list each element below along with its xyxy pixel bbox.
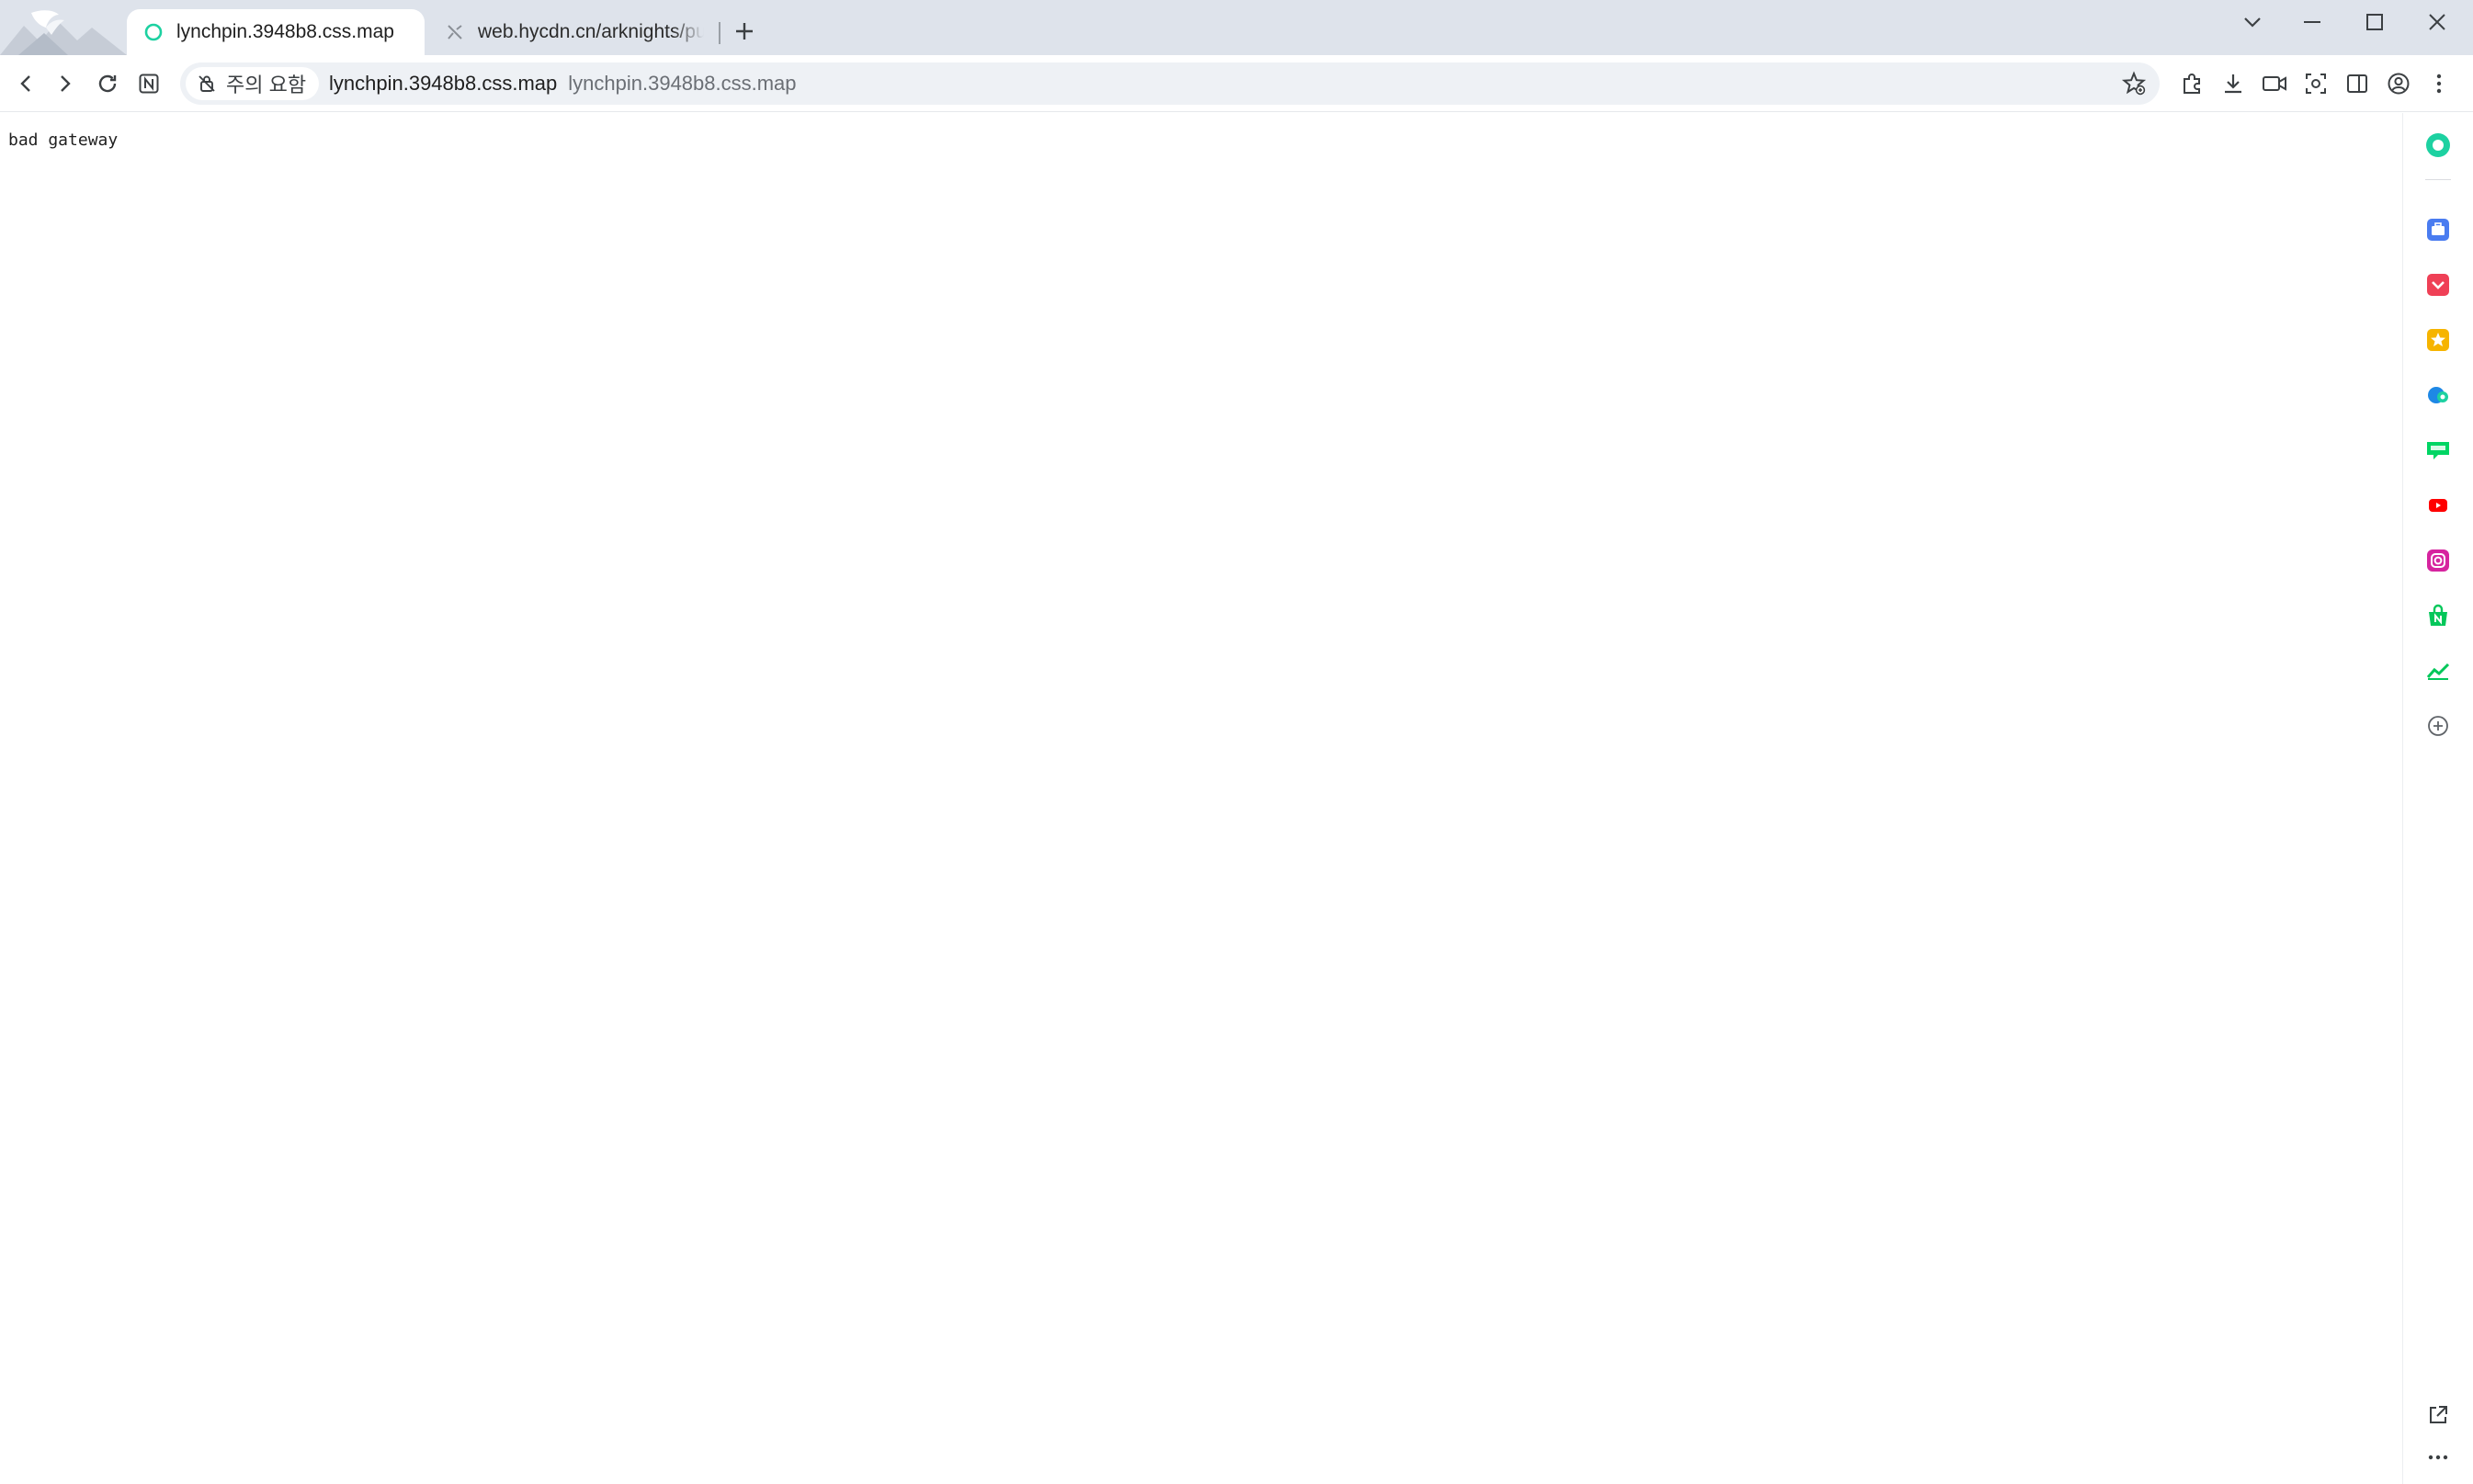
page-content: bad gateway: [0, 113, 2402, 1484]
minimize-button[interactable]: [2285, 0, 2340, 44]
notion-button[interactable]: [130, 65, 167, 102]
maximize-icon: [2366, 14, 2383, 30]
new-tab-button[interactable]: [730, 17, 759, 46]
url-path: lynchpin.3948b8.css.map: [568, 72, 797, 95]
sidebar-icon: [2347, 74, 2367, 93]
download-icon: [2225, 74, 2241, 94]
toolbar: 주의 요함 lynchpin.3948b8.css.map lynchpin.3…: [0, 55, 2473, 112]
add-icon: [2428, 716, 2448, 736]
address-bar[interactable]: 주의 요함 lynchpin.3948b8.css.map lynchpin.3…: [180, 62, 2160, 105]
menu-button[interactable]: [2422, 67, 2456, 100]
plus-icon: [736, 23, 753, 40]
side-item-translate[interactable]: [2424, 381, 2452, 409]
naver-shopping-icon: [2429, 604, 2447, 626]
tab-active[interactable]: lynchpin.3948b8.css.map: [127, 9, 425, 55]
reload-button[interactable]: [89, 65, 126, 102]
side-more-button[interactable]: [2424, 1444, 2452, 1471]
url-host: lynchpin.3948b8.css.map: [329, 72, 558, 95]
minimize-icon: [2304, 21, 2320, 23]
youtube-icon: [2429, 499, 2447, 512]
side-item-instagram[interactable]: [2424, 547, 2452, 574]
screenshot-icon: [2306, 74, 2326, 94]
tab-title: lynchpin.3948b8.css.map: [176, 21, 394, 42]
forward-icon: [61, 75, 71, 92]
open-external-button[interactable]: [2424, 1401, 2452, 1429]
side-item-pocket[interactable]: [2424, 271, 2452, 299]
ring-icon: [143, 22, 164, 42]
side-item-youtube[interactable]: [2424, 492, 2452, 519]
briefcase-icon: [2427, 219, 2449, 241]
side-panel: [2402, 113, 2473, 1484]
not-secure-icon: [197, 74, 217, 94]
side-item-favorites[interactable]: [2424, 326, 2452, 354]
webtoon-icon: [2427, 442, 2449, 459]
back-icon: [20, 75, 30, 92]
tab-title: web.hycdn.cn/arknights/puzzle: [478, 21, 704, 42]
broken-image-icon: [445, 22, 465, 42]
stock-chart-icon: [2426, 663, 2450, 680]
notion-icon: [139, 74, 159, 94]
download-button[interactable]: [2217, 67, 2250, 100]
chevron-down-icon: [2244, 17, 2261, 28]
video-button[interactable]: [2258, 67, 2291, 100]
whale-assistant-icon: [2426, 133, 2450, 157]
open-external-icon: [2430, 1406, 2447, 1423]
close-icon: [2429, 14, 2445, 30]
tab-search-button[interactable]: [2225, 0, 2280, 44]
extensions-button[interactable]: [2175, 67, 2208, 100]
side-item-stock[interactable]: [2424, 657, 2452, 685]
profile-button[interactable]: [2382, 67, 2415, 100]
side-item-naver-shopping[interactable]: [2424, 602, 2452, 629]
bookmark-star-button[interactable]: [2121, 71, 2147, 96]
menu-icon: [2436, 74, 2442, 94]
url-text[interactable]: lynchpin.3948b8.css.map lynchpin.3948b8.…: [329, 62, 797, 105]
sidebar-button[interactable]: [2341, 67, 2374, 100]
side-add-button[interactable]: [2424, 712, 2452, 740]
more-icon: [2428, 1455, 2448, 1460]
side-panel-divider: [2425, 179, 2451, 180]
whale-assistant-button[interactable]: [2424, 131, 2452, 159]
instagram-icon: [2427, 549, 2449, 572]
translate-icon: [2428, 387, 2448, 403]
video-icon: [2263, 76, 2286, 91]
close-button[interactable]: [2410, 0, 2465, 44]
back-button[interactable]: [7, 65, 44, 102]
profile-icon: [2388, 73, 2410, 95]
bookmark-star-icon: [2121, 71, 2147, 96]
side-item-briefcase[interactable]: [2424, 216, 2452, 244]
security-chip[interactable]: 주의 요함: [186, 67, 320, 100]
error-message: bad gateway: [8, 130, 119, 150]
extensions-icon: [2184, 74, 2200, 94]
security-chip-label: 주의 요함: [226, 74, 307, 96]
favorites-star-icon: [2427, 329, 2449, 351]
tab-inactive[interactable]: web.hycdn.cn/arknights/puzzle: [428, 9, 720, 55]
browser-logo: [0, 0, 127, 55]
forward-button[interactable]: [47, 65, 84, 102]
tab-separator: [719, 22, 720, 44]
tab-strip: lynchpin.3948b8.css.map web.hycdn.cn/ark…: [0, 0, 2473, 55]
pocket-icon: [2427, 274, 2449, 296]
reload-icon: [98, 74, 117, 93]
side-item-webtoon[interactable]: [2424, 436, 2452, 464]
maximize-button[interactable]: [2347, 0, 2402, 44]
screenshot-button[interactable]: [2299, 67, 2332, 100]
